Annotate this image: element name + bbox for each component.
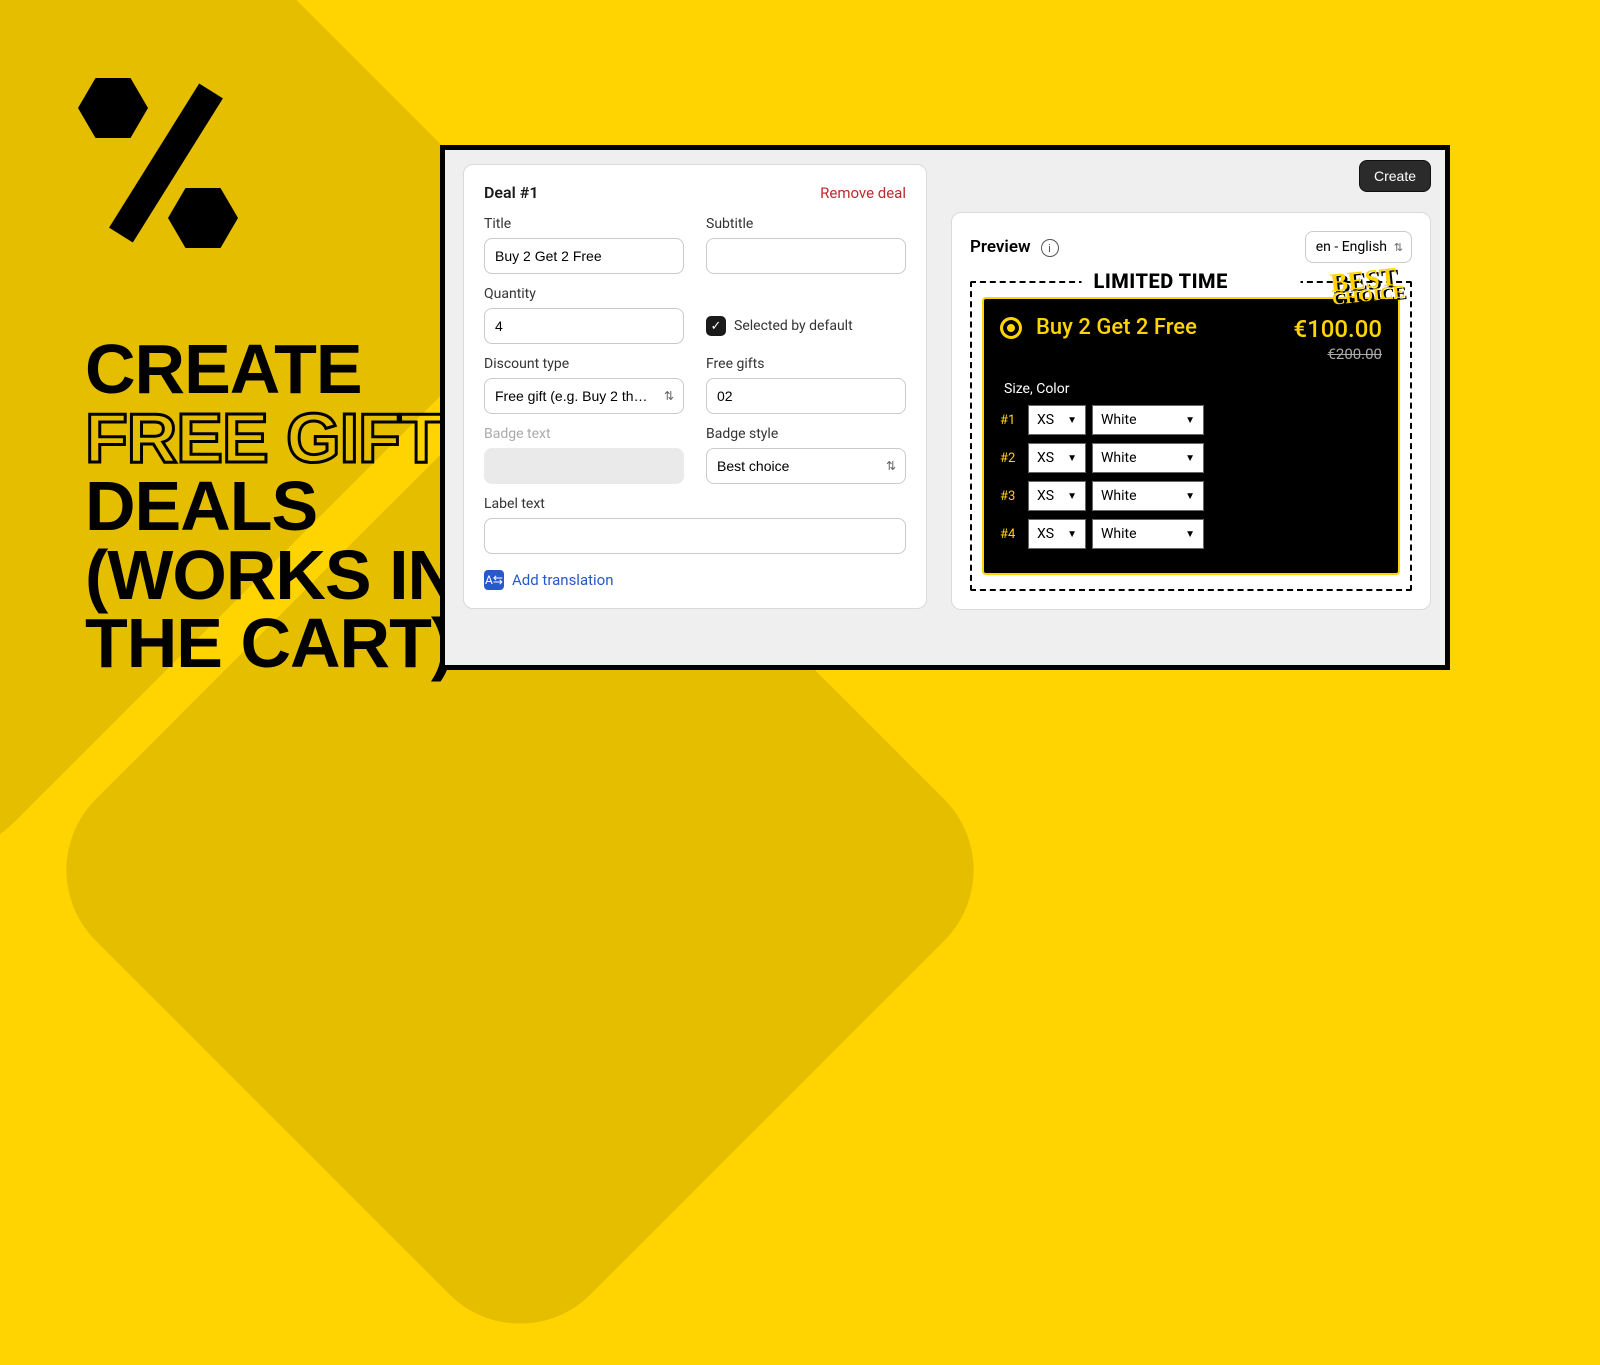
caret-down-icon: ▼ (1067, 453, 1077, 464)
label-text-label: Label text (484, 496, 906, 512)
color-select[interactable]: White▼ (1092, 443, 1204, 473)
deal-radio[interactable] (1000, 317, 1022, 339)
variant-row: #1 XS▼ White▼ (1000, 405, 1382, 435)
translate-icon: A⇆ (484, 570, 504, 590)
variant-index: #2 (1000, 451, 1022, 466)
variant-index: #1 (1000, 413, 1022, 428)
badge-text-input (484, 448, 684, 484)
variant-row: #3 XS▼ White▼ (1000, 481, 1382, 511)
deal-title-preview: Buy 2 Get 2 Free (1036, 315, 1279, 340)
discount-type-label: Discount type (484, 356, 684, 372)
discount-type-select[interactable] (484, 378, 684, 414)
color-select[interactable]: White▼ (1092, 519, 1204, 549)
selected-default-checkbox[interactable]: ✓ (706, 316, 726, 336)
quantity-label: Quantity (484, 286, 684, 302)
badge-style-label: Badge style (706, 426, 906, 442)
variant-row: #2 XS▼ White▼ (1000, 443, 1382, 473)
title-label: Title (484, 216, 684, 232)
caret-down-icon: ▼ (1067, 415, 1077, 426)
deal-heading: Deal #1 (484, 183, 538, 202)
badge-style-select[interactable] (706, 448, 906, 484)
quantity-input[interactable] (484, 308, 684, 344)
size-select[interactable]: XS▼ (1028, 519, 1086, 549)
language-select[interactable]: en - English ⇅ (1305, 231, 1412, 263)
caret-down-icon: ▼ (1185, 491, 1195, 502)
preview-heading: Preview (970, 237, 1031, 257)
deal-old-price: €200.00 (1293, 345, 1382, 363)
color-select[interactable]: White▼ (1092, 405, 1204, 435)
variant-index: #3 (1000, 489, 1022, 504)
badge-text-label: Badge text (484, 426, 684, 442)
free-gifts-label: Free gifts (706, 356, 906, 372)
add-translation-link[interactable]: A⇆ Add translation (484, 570, 906, 590)
marketing-headline: CREATE FREE GIFT DEALS (WORKS IN THE CAR… (85, 335, 457, 678)
title-input[interactable] (484, 238, 684, 274)
variant-index: #4 (1000, 527, 1022, 542)
deal-preview-block: BESTCHOICE Buy 2 Get 2 Free €100.00 €200… (982, 297, 1400, 575)
variant-row: #4 XS▼ White▼ (1000, 519, 1382, 549)
label-text-input[interactable] (484, 518, 906, 554)
remove-deal-link[interactable]: Remove deal (820, 184, 906, 202)
caret-down-icon: ▼ (1067, 491, 1077, 502)
free-gifts-input[interactable] (706, 378, 906, 414)
best-choice-badge: BESTCHOICE (1330, 267, 1406, 305)
color-select[interactable]: White▼ (1092, 481, 1204, 511)
subtitle-input[interactable] (706, 238, 906, 274)
deal-price: €100.00 (1293, 315, 1382, 343)
caret-down-icon: ▼ (1185, 415, 1195, 426)
info-icon[interactable]: i (1041, 239, 1059, 257)
deal-form-card: Deal #1 Remove deal Title Subtitle Quant… (463, 164, 927, 609)
size-select[interactable]: XS▼ (1028, 405, 1086, 435)
offer-container: LIMITED TIME OFFER BESTCHOICE Buy 2 Get … (970, 281, 1412, 591)
selected-default-label: Selected by default (734, 318, 853, 334)
create-button[interactable]: Create (1359, 160, 1431, 192)
app-window: Deal #1 Remove deal Title Subtitle Quant… (440, 145, 1450, 670)
subtitle-label: Subtitle (706, 216, 906, 232)
preview-card: Preview i en - English ⇅ LIMITED TIME OF… (951, 212, 1431, 610)
variant-header: Size, Color (1004, 381, 1382, 397)
size-select[interactable]: XS▼ (1028, 481, 1086, 511)
chevron-updown-icon: ⇅ (1394, 241, 1403, 254)
caret-down-icon: ▼ (1185, 529, 1195, 540)
size-select[interactable]: XS▼ (1028, 443, 1086, 473)
percent-logo (78, 78, 258, 258)
caret-down-icon: ▼ (1067, 529, 1077, 540)
caret-down-icon: ▼ (1185, 453, 1195, 464)
